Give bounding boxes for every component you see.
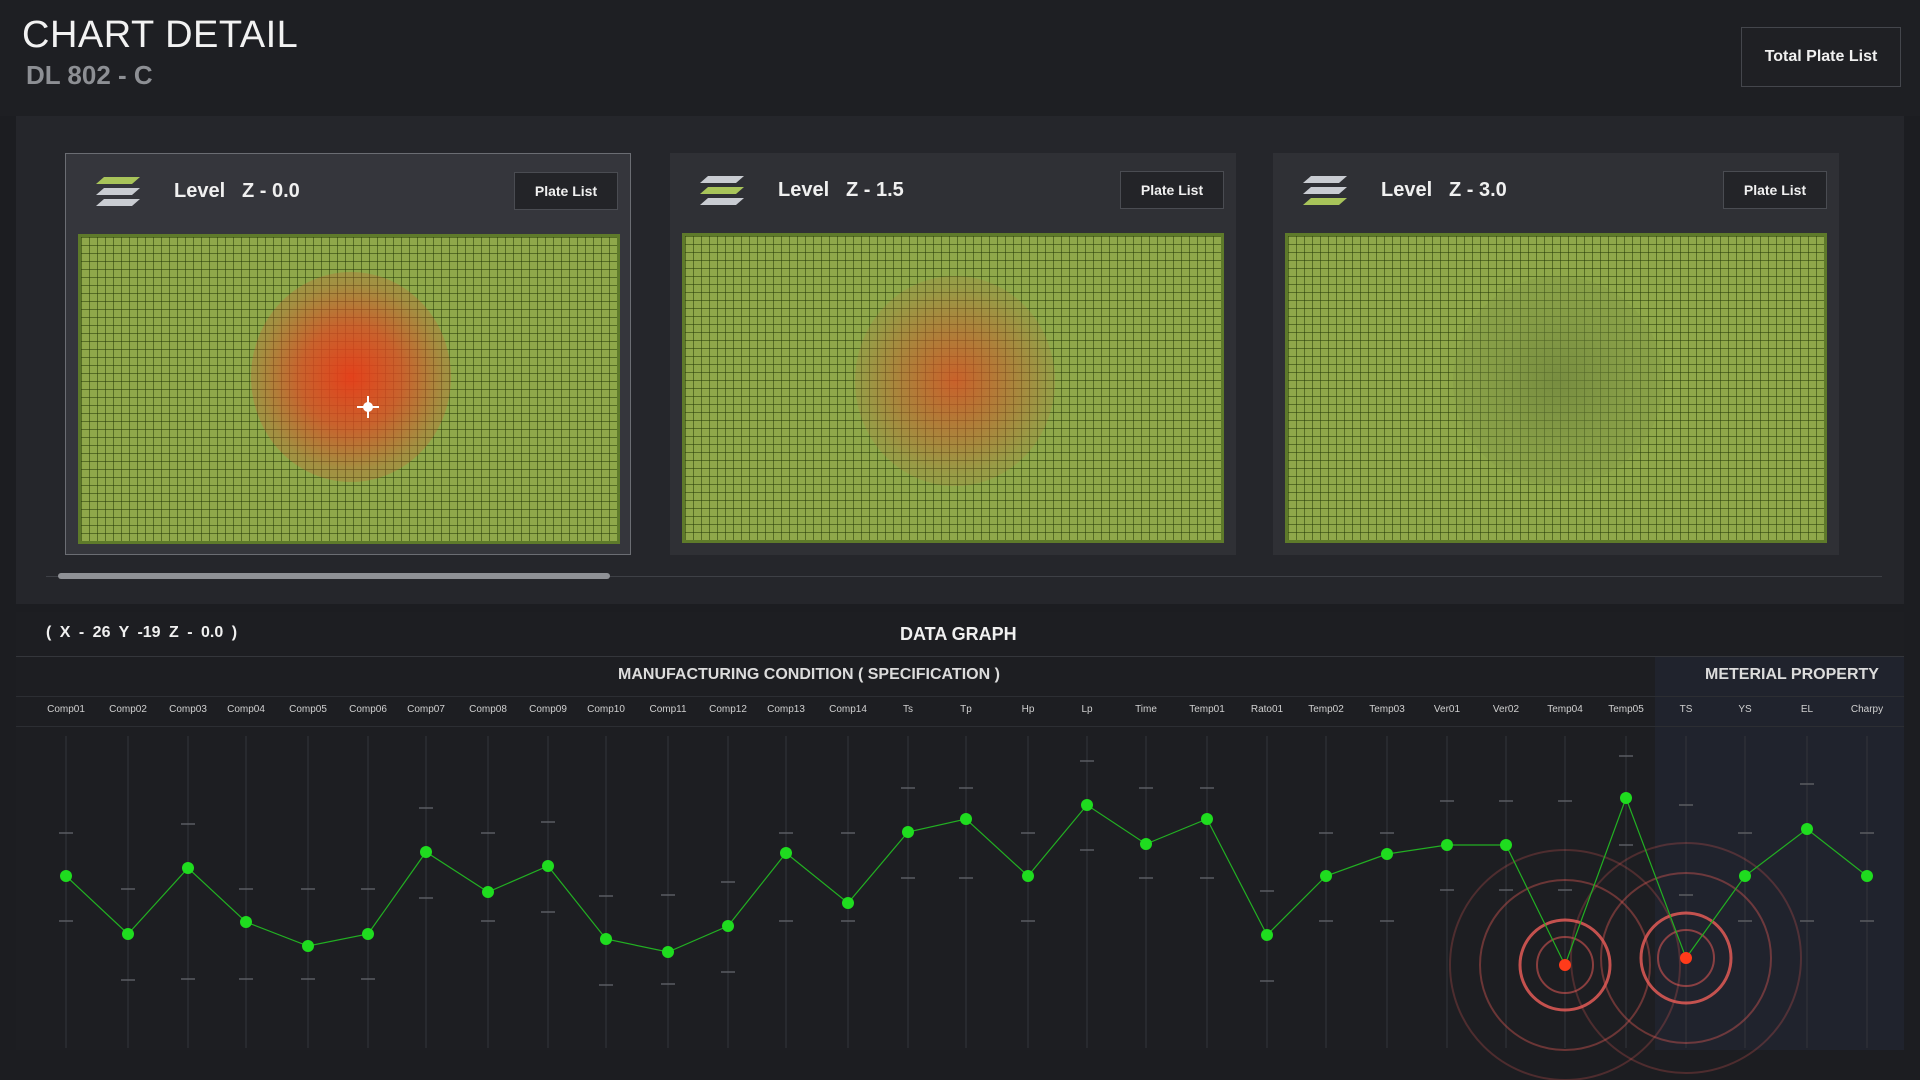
total-plate-list-button[interactable]: Total Plate List <box>1741 27 1901 87</box>
column-label: Comp03 <box>169 704 207 715</box>
level-card-header: Level Z - 1.5 Plate List <box>670 153 1236 229</box>
column-label: Comp02 <box>109 704 147 715</box>
level-label: Level <box>1381 179 1433 201</box>
column-label: Lp <box>1081 704 1093 715</box>
divider <box>16 656 1904 657</box>
column-label: Temp02 <box>1308 704 1344 715</box>
column-label: Rato01 <box>1250 704 1284 715</box>
column-label: Temp05 <box>1608 704 1644 715</box>
data-graph-title: DATA GRAPH <box>900 624 1017 644</box>
plate-list-button[interactable]: Plate List <box>1723 171 1827 209</box>
column-label: Comp14 <box>829 704 867 715</box>
level-card[interactable]: Level Z - 0.0 Plate List <box>65 153 631 555</box>
column-label: Comp09 <box>529 704 567 715</box>
divider <box>16 696 1904 697</box>
column-label: Comp01 <box>47 704 85 715</box>
plate-heatmap[interactable] <box>682 233 1224 543</box>
column-label: Time <box>1135 704 1157 715</box>
coordinates-readout: ( X - 26 Y -19 Z - 0.0 ) <box>46 624 238 641</box>
column-label: Ver01 <box>1433 704 1461 715</box>
column-label: Comp04 <box>227 704 265 715</box>
column-label: Tp <box>960 704 972 715</box>
heat-spot <box>1453 276 1663 486</box>
column-label: TS <box>1679 704 1693 715</box>
level-card[interactable]: Level Z - 3.0 Plate List <box>1273 153 1839 555</box>
level-card[interactable]: Level Z - 1.5 Plate List <box>670 153 1236 555</box>
level-label: Level <box>778 179 830 201</box>
column-label: Comp06 <box>349 704 387 715</box>
column-label: Temp03 <box>1369 704 1405 715</box>
scrollbar-thumb[interactable] <box>58 573 610 579</box>
level-value: Z - 3.0 <box>1449 179 1507 201</box>
plate-heatmap[interactable] <box>1285 233 1827 543</box>
plate-heatmap[interactable] <box>78 234 620 544</box>
material-property-band <box>1655 657 1904 1050</box>
page-title: CHART DETAIL <box>22 14 299 56</box>
column-label: Ver02 <box>1492 704 1520 715</box>
level-label: Level <box>174 180 226 202</box>
heat-spot <box>251 272 451 482</box>
column-label: Comp13 <box>767 704 805 715</box>
material-property-title: METERIAL PROPERTY <box>1705 666 1879 683</box>
level-value: Z - 1.5 <box>846 179 904 201</box>
column-label: Comp11 <box>649 704 687 715</box>
manufacturing-condition-title: MANUFACTURING CONDITION ( SPECIFICATION … <box>618 666 1000 683</box>
column-label: Comp12 <box>709 704 747 715</box>
column-label: Comp07 <box>407 704 445 715</box>
column-label: YS <box>1738 704 1752 715</box>
layers-icon <box>96 177 140 206</box>
heat-spot <box>855 276 1055 486</box>
column-label: Temp01 <box>1189 704 1225 715</box>
layers-icon <box>700 176 744 205</box>
plate-list-button[interactable]: Plate List <box>1120 171 1224 209</box>
column-label: Charpy <box>1850 704 1884 715</box>
layers-icon <box>1303 176 1347 205</box>
column-label: Comp05 <box>289 704 327 715</box>
column-label: EL <box>1800 704 1814 715</box>
column-label: Comp08 <box>469 704 507 715</box>
column-label: Temp04 <box>1547 704 1583 715</box>
page-subtitle: DL 802 - C <box>26 60 153 90</box>
crosshair-icon[interactable] <box>357 396 379 418</box>
column-label: Hp <box>1021 704 1035 715</box>
level-card-header: Level Z - 3.0 Plate List <box>1273 153 1839 229</box>
plate-list-button[interactable]: Plate List <box>514 172 618 210</box>
column-label: Ts <box>903 704 913 715</box>
level-card-header: Level Z - 0.0 Plate List <box>66 154 630 230</box>
divider <box>16 726 1904 727</box>
column-label: Comp10 <box>587 704 625 715</box>
level-value: Z - 0.0 <box>242 180 300 202</box>
